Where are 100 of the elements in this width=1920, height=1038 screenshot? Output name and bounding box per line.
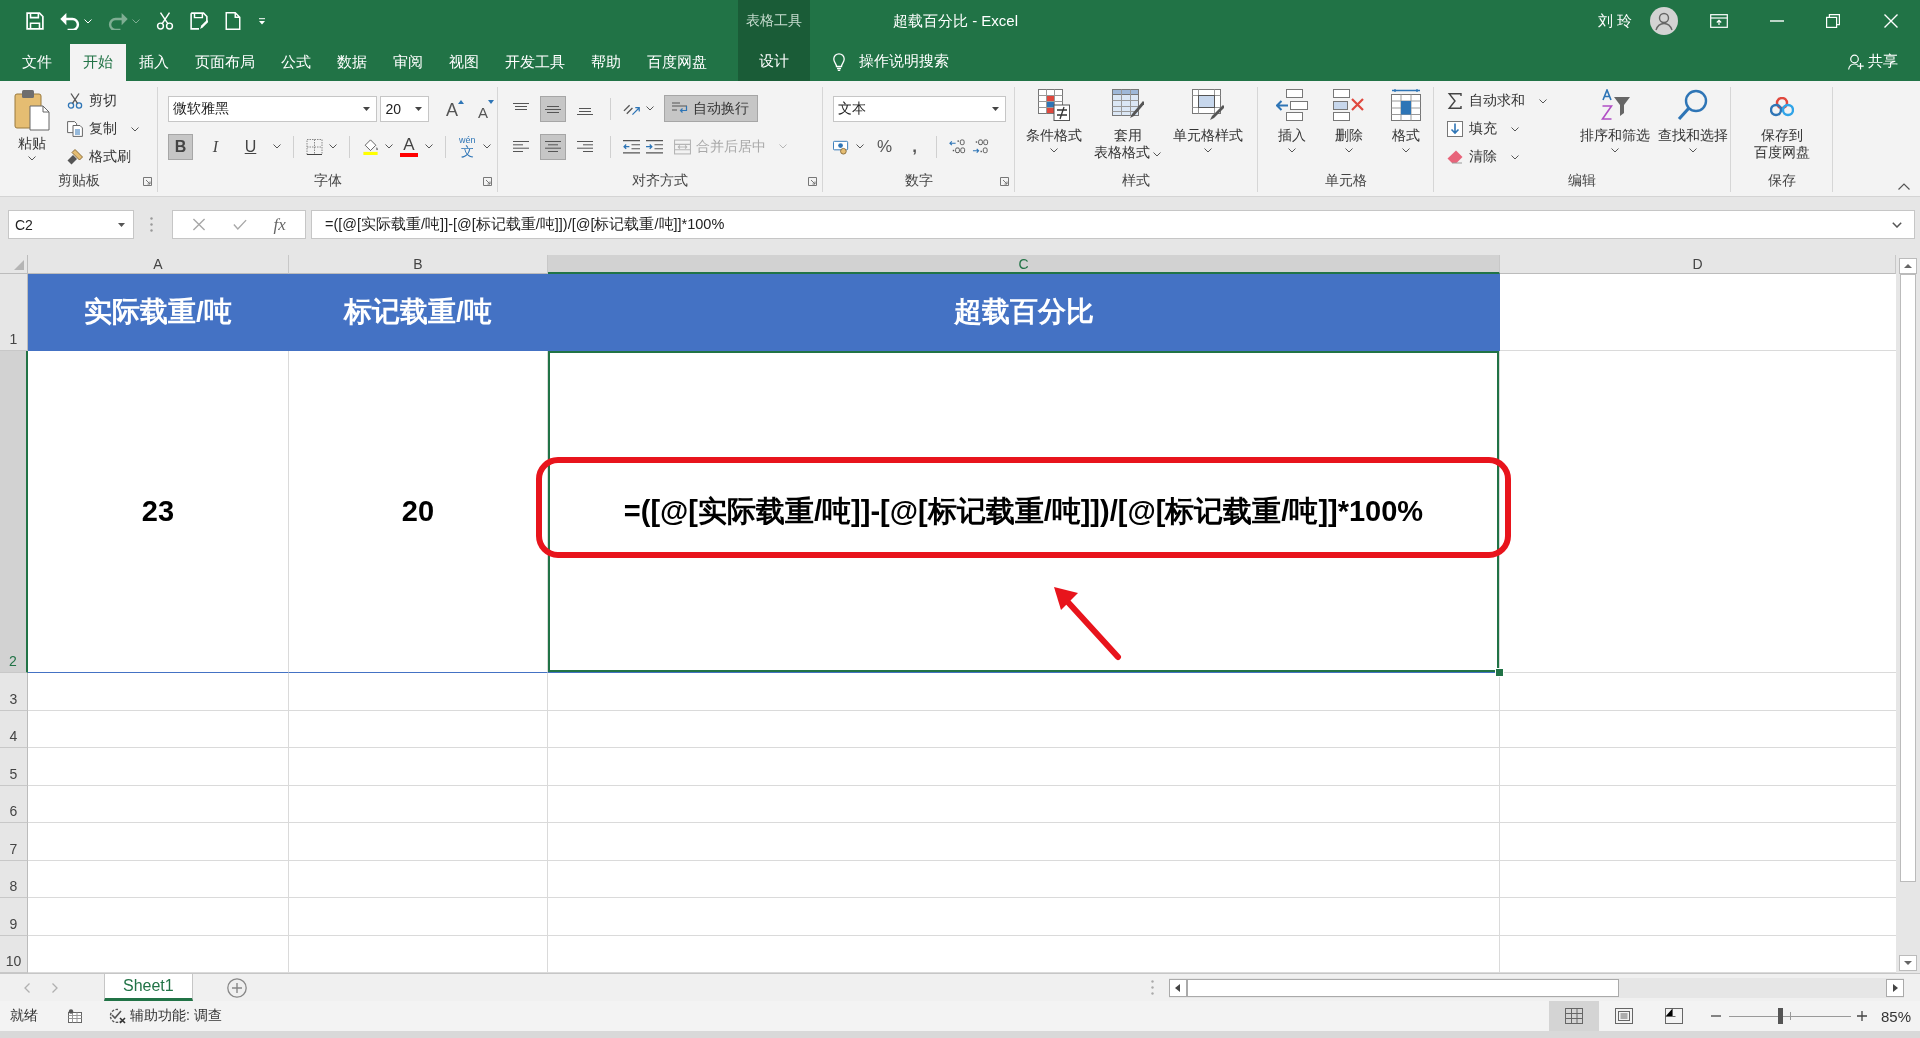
close-icon[interactable]: [1884, 14, 1898, 28]
restore-icon[interactable]: [1826, 14, 1840, 28]
ribbon-display-icon[interactable]: [1710, 14, 1728, 28]
column-header[interactable]: C: [548, 255, 1500, 274]
scrollbar-thumb[interactable]: [1187, 978, 1619, 997]
add-sheet-icon[interactable]: [226, 977, 247, 998]
new-document-icon[interactable]: [224, 12, 242, 30]
name-box[interactable]: C2: [8, 210, 134, 239]
save-icon[interactable]: [26, 12, 44, 30]
cell-styles-button[interactable]: 单元格样式: [1168, 87, 1248, 170]
zoom-level[interactable]: 85%: [1880, 1007, 1911, 1025]
grow-font-button[interactable]: A: [442, 95, 467, 122]
ribbon-tab[interactable]: 百度网盘: [634, 44, 720, 81]
dropdown-caret-icon[interactable]: [118, 222, 125, 227]
dropdown-caret-icon[interactable]: [363, 106, 371, 111]
user-name[interactable]: 刘 玲: [1597, 11, 1632, 31]
customize-menu-icon[interactable]: [258, 17, 266, 25]
borders-icon[interactable]: [306, 138, 323, 155]
shrink-font-button[interactable]: A: [475, 95, 497, 122]
find-select-button[interactable]: 查找和选择: [1656, 87, 1730, 170]
dialog-launcher-icon[interactable]: [143, 176, 152, 186]
dialog-launcher-icon[interactable]: [1000, 176, 1009, 186]
decrease-indent-icon[interactable]: [623, 138, 640, 155]
row-header[interactable]: 5: [0, 748, 28, 786]
undo-icon[interactable]: [60, 12, 80, 30]
underline-button[interactable]: U: [238, 133, 263, 160]
font-name-field[interactable]: 微软雅黑: [168, 95, 378, 122]
ribbon-tab[interactable]: 数据: [324, 44, 380, 81]
drag-handle-icon[interactable]: [150, 217, 153, 232]
caret-icon[interactable]: [856, 144, 864, 149]
scroll-left-icon[interactable]: [1169, 978, 1187, 997]
dropdown-caret-icon[interactable]: [414, 106, 422, 111]
caret-icon[interactable]: [646, 106, 654, 111]
ribbon-tab[interactable]: 文件: [4, 44, 70, 81]
caret-icon[interactable]: [273, 144, 281, 149]
clear-button[interactable]: 清除: [1444, 145, 1574, 169]
horizontal-align-button[interactable]: [540, 133, 566, 160]
format-painter-button[interactable]: 格式刷: [64, 145, 142, 169]
decrease-decimal-icon[interactable]: [971, 138, 989, 155]
format-button[interactable]: 格式: [1378, 87, 1433, 170]
dialog-launcher-icon[interactable]: [808, 176, 817, 186]
paste-button[interactable]: 粘贴: [10, 87, 54, 170]
autosum-button[interactable]: 自动求和: [1444, 89, 1574, 113]
bold-button[interactable]: B: [168, 133, 193, 160]
number-format-field[interactable]: 文本: [833, 95, 1006, 122]
save-to-cloud-button[interactable]: 保存到 百度网盘: [1737, 87, 1827, 170]
row-header[interactable]: 10: [0, 935, 28, 973]
dropdown-caret-icon[interactable]: [992, 106, 999, 111]
row-header[interactable]: 4: [0, 710, 28, 748]
zoom-in-icon[interactable]: [1856, 1011, 1867, 1021]
row-header[interactable]: 7: [0, 823, 28, 861]
ribbon-tab[interactable]: 插入: [126, 44, 182, 81]
splitter-handle-icon[interactable]: [1151, 980, 1154, 995]
column-header[interactable]: D: [1500, 255, 1896, 274]
dialog-launcher-icon[interactable]: [483, 176, 492, 186]
formula-field[interactable]: =([@[实际载重/吨]]-[@[标记载重/吨]])/[@[标记载重/吨]]*100%: [311, 210, 1915, 239]
column-header[interactable]: A: [28, 255, 289, 274]
sort-filter-button[interactable]: 排序和筛选: [1578, 87, 1652, 170]
wrap-text-button[interactable]: 自动换行: [664, 95, 758, 122]
insert-button[interactable]: 插入: [1264, 87, 1319, 170]
scroll-down-icon[interactable]: [1899, 955, 1917, 971]
ribbon-tab[interactable]: 审阅: [380, 44, 436, 81]
share-button[interactable]: 共享: [1848, 42, 1920, 81]
copy-button[interactable]: 复制: [64, 117, 142, 141]
lightbulb-icon[interactable]: [833, 52, 845, 71]
comma-style-button[interactable]: ,: [905, 133, 924, 160]
document-pen-icon[interactable]: [190, 12, 208, 30]
cut-icon[interactable]: [156, 12, 174, 30]
row-header[interactable]: 6: [0, 785, 28, 823]
ribbon-tab[interactable]: 开发工具: [492, 44, 578, 81]
zoom-thumb[interactable]: [1778, 1008, 1784, 1024]
accessibility-icon[interactable]: [108, 1008, 126, 1024]
scroll-right-icon[interactable]: [1886, 978, 1904, 997]
delete-button[interactable]: 删除: [1321, 87, 1376, 170]
expand-caret-icon[interactable]: [1892, 221, 1902, 228]
vertical-align-button[interactable]: [540, 95, 566, 122]
cut-button[interactable]: 剪切: [64, 89, 142, 113]
ribbon-tab[interactable]: 页面布局: [182, 44, 268, 81]
italic-button[interactable]: I: [203, 133, 228, 160]
increase-decimal-icon[interactable]: [948, 138, 966, 155]
scrollbar-thumb[interactable]: [1900, 274, 1916, 882]
sheet-tab[interactable]: Sheet1: [104, 974, 193, 1001]
horizontal-scrollbar[interactable]: [1169, 977, 1904, 998]
scroll-up-icon[interactable]: [1899, 258, 1917, 274]
money-icon[interactable]: [833, 138, 850, 155]
font-size-field[interactable]: 20: [380, 95, 429, 122]
avatar-icon[interactable]: [1650, 7, 1678, 35]
conditional-formatting-button[interactable]: 条件格式: [1021, 87, 1087, 170]
caret-icon[interactable]: [385, 144, 393, 149]
row-header[interactable]: 9: [0, 898, 28, 936]
macro-record-icon[interactable]: [68, 1009, 84, 1023]
ribbon-tab[interactable]: 公式: [268, 44, 324, 81]
percent-button[interactable]: %: [870, 133, 900, 160]
increase-indent-icon[interactable]: [646, 138, 663, 155]
caret-icon[interactable]: [482, 144, 491, 149]
row-header[interactable]: 1: [0, 274, 28, 351]
format-as-table-button[interactable]: 套用 表格格式: [1089, 87, 1166, 170]
fill-button[interactable]: 填充: [1444, 117, 1574, 141]
collapse-ribbon-icon[interactable]: [1898, 183, 1910, 190]
ribbon-tab[interactable]: 开始: [70, 44, 126, 81]
